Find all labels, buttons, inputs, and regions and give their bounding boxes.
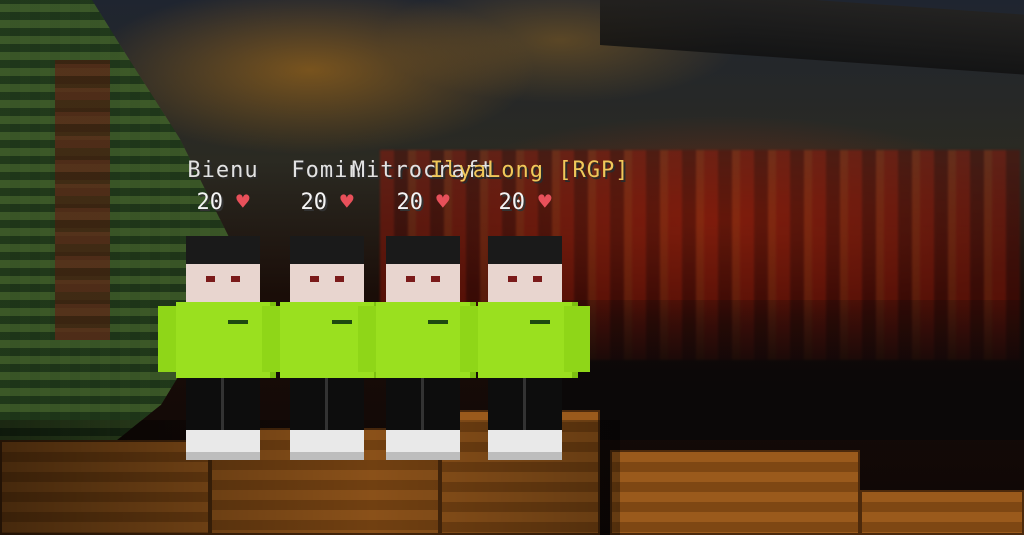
heart-icon: ♥ bbox=[436, 190, 450, 215]
game-viewport[interactable]: Bienu 20 ♥ Fomin 20 ♥ Mitrocraft 20 ♥ Il… bbox=[0, 0, 1024, 535]
dark-void bbox=[560, 300, 1024, 440]
plank-block bbox=[610, 450, 860, 535]
player-health: 20 ♥ bbox=[396, 190, 450, 215]
plank-block bbox=[860, 490, 1024, 535]
player-health: 20 ♥ bbox=[300, 190, 354, 215]
player-health: 20 ♥ bbox=[196, 190, 250, 215]
stone-ceiling bbox=[600, 0, 1024, 76]
player-health: 20 ♥ bbox=[498, 190, 552, 215]
heart-icon: ♥ bbox=[340, 190, 354, 215]
heart-icon: ♥ bbox=[538, 190, 552, 215]
spruce-tree-trunk bbox=[55, 60, 110, 340]
player-nametag: IlyaLong [RGP] bbox=[430, 158, 630, 183]
heart-icon: ♥ bbox=[236, 190, 250, 215]
player-entity[interactable]: IlyaLong [RGP] 20 ♥ bbox=[430, 158, 628, 466]
